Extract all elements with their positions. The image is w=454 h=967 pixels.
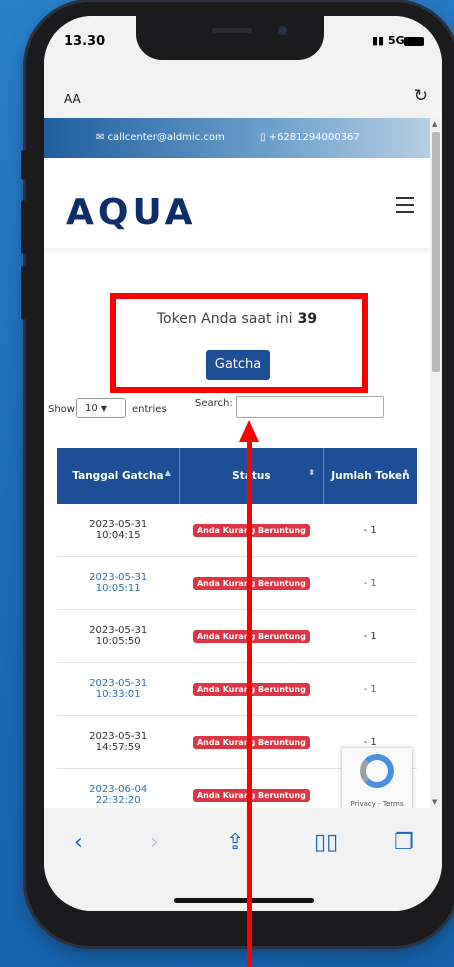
table-row: 2023-05-31 10:05:11 Anda Kurang Beruntung…: [57, 556, 417, 610]
column-header-date[interactable]: Tanggal Gatcha ▲: [57, 448, 180, 504]
table-row: 2023-05-31 10:33:01 Anda Kurang Beruntung…: [57, 662, 417, 716]
date-cell: 2023-05-31 10:05:11: [57, 556, 180, 610]
table-row: 2023-05-31 10:05:50 Anda Kurang Beruntung…: [57, 609, 417, 663]
show-label: Show: [48, 404, 75, 415]
scroll-up-icon[interactable]: ▲: [432, 120, 437, 128]
notch: [136, 16, 324, 60]
token-cell: - 1: [323, 662, 417, 716]
recaptcha-icon: [360, 754, 394, 788]
site-header: AQUA: [44, 158, 430, 248]
browser-toolbar: ‹ › ⇪ ▯▯ ❐: [44, 808, 442, 911]
sort-icon: ⬍: [402, 468, 409, 477]
table-row: 2023-05-31 10:04:15 Anda Kurang Beruntung…: [57, 504, 417, 557]
date-cell: 2023-06-04 22:32:20: [57, 768, 180, 808]
status-bar: 13.30 ▮▮ 5G: [44, 16, 442, 72]
recaptcha-privacy-terms[interactable]: Privacy - Terms: [342, 800, 412, 808]
table-controls: Show 10 ▼ entries Search:: [48, 396, 428, 422]
chevron-down-icon: ▼: [100, 404, 108, 413]
entries-label: entries: [132, 404, 167, 415]
contact-bar: ✉ callcenter@aldmic.com ▯ +6281294000367: [44, 118, 430, 158]
phone-contact[interactable]: ▯ +6281294000367: [260, 132, 360, 143]
search-input[interactable]: [236, 396, 384, 418]
phone-screen: 13.30 ▮▮ 5G AA ↻ ✉ callcenter@aldmic.com…: [44, 16, 442, 911]
reader-aa-button[interactable]: AA: [64, 92, 81, 106]
column-header-token[interactable]: Jumlah Token ⬍: [323, 448, 417, 504]
scroll-down-icon[interactable]: ▼: [432, 798, 437, 806]
phone-volume-up-button: [21, 200, 26, 254]
hamburger-menu-icon[interactable]: [396, 197, 414, 218]
date-cell: 2023-05-31 10:33:01: [57, 662, 180, 716]
bookmarks-icon[interactable]: ▯▯: [314, 830, 338, 855]
token-cell: - 1: [323, 504, 417, 557]
date-cell: 2023-05-31 10:05:50: [57, 609, 180, 663]
date-cell: 2023-05-31 10:04:15: [57, 504, 180, 557]
home-indicator: [174, 898, 314, 903]
annotation-arrow-line: [247, 438, 252, 967]
token-cell: - 1: [323, 609, 417, 663]
signal-indicator: ▮▮ 5G: [372, 34, 405, 47]
speaker: [212, 28, 252, 33]
email-contact[interactable]: ✉ callcenter@aldmic.com: [96, 132, 225, 143]
entries-select[interactable]: 10 ▼: [76, 398, 126, 418]
sort-icon: ⬍: [308, 468, 315, 477]
address-bar[interactable]: AA ↻: [44, 72, 442, 118]
share-icon[interactable]: ⇪: [226, 830, 244, 855]
annotation-highlight-box: [110, 293, 368, 393]
reload-icon[interactable]: ↻: [414, 86, 428, 106]
date-cell: 2023-05-31 14:57:59: [57, 715, 180, 769]
web-content: ✉ callcenter@aldmic.com ▯ +6281294000367…: [44, 118, 430, 808]
back-icon[interactable]: ‹: [74, 830, 83, 855]
aqua-logo[interactable]: AQUA: [66, 192, 196, 233]
phone-volume-down-button: [21, 266, 26, 320]
page-scrollbar[interactable]: ▲ ▼: [430, 118, 442, 808]
token-cell: - 1: [323, 556, 417, 610]
recaptcha-badge[interactable]: Privacy - Terms: [342, 748, 412, 808]
camera: [278, 26, 287, 35]
battery-icon: [404, 37, 424, 46]
phone-side-button: [21, 150, 26, 180]
search-label: Search:: [195, 398, 233, 409]
scrollbar-thumb[interactable]: [432, 132, 440, 372]
tabs-icon[interactable]: ❐: [394, 830, 414, 855]
forward-icon[interactable]: ›: [150, 830, 159, 855]
status-time: 13.30: [64, 34, 106, 49]
sort-asc-icon: ▲: [164, 468, 171, 477]
